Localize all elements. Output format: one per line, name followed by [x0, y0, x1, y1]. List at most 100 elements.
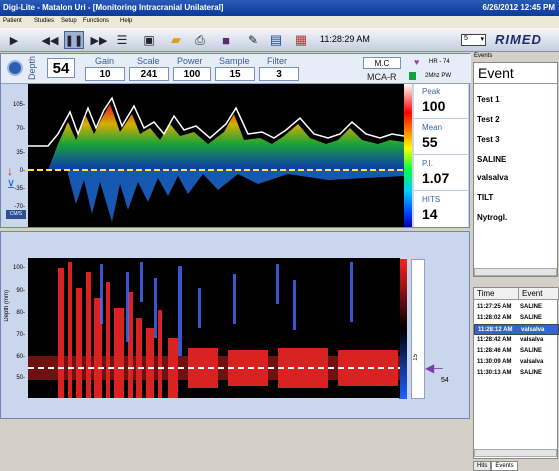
title-bar: Digi-Lite - Matalon Uri - [Monitoring In…: [0, 0, 559, 16]
folder-icon: ▰: [171, 32, 181, 47]
event-item-tilt[interactable]: TILT: [477, 193, 493, 202]
log-row[interactable]: 11:28:46 AM SALINE: [474, 346, 559, 357]
channel-select[interactable]: 5 ▾: [461, 34, 486, 46]
mmode-red-signals: [28, 262, 400, 398]
tab-events[interactable]: Events: [491, 461, 518, 471]
spectrum-icon: ■: [222, 32, 230, 48]
depth-marker-arrow-icon[interactable]: ◀─: [425, 361, 443, 375]
log-row[interactable]: 11:27:25 AM SALINE: [474, 302, 559, 313]
sample-value[interactable]: 15: [215, 67, 255, 81]
log-row[interactable]: 11:28:02 AM SALINE: [474, 313, 559, 324]
mean-stat: Mean 55: [414, 120, 468, 155]
pause-icon: ❚❚: [64, 34, 84, 47]
log-time: 11:30:09 AM: [477, 359, 512, 365]
log-row[interactable]: 11:30:13 AM SALINE: [474, 368, 559, 379]
open-folder-button[interactable]: ▰: [166, 31, 186, 49]
log-event: valsalva: [520, 359, 544, 365]
toolbar-clock: 11:28:29 AM: [320, 34, 370, 44]
y-tick-105: 105-: [12, 102, 25, 108]
reverse-flow: [68, 170, 404, 222]
heart-icon: ♥: [414, 57, 420, 67]
hits-value: 14: [422, 206, 438, 222]
log-event: valsalva: [520, 337, 544, 343]
scale-label: Scale: [137, 56, 160, 66]
depth-gate-bar[interactable]: 15: [411, 259, 425, 399]
color-palette-button[interactable]: ▦: [291, 31, 311, 49]
depth-tick-70: 70-: [16, 332, 25, 338]
patient-card-button[interactable]: ▣: [139, 31, 159, 49]
log-time: 11:28:46 AM: [477, 348, 512, 354]
heart-rate: HR - 74: [429, 59, 450, 65]
fast-forward-icon: ▶▶: [90, 34, 108, 47]
depth-tick-50: 50-: [16, 375, 25, 381]
menu-setup[interactable]: Setup: [61, 18, 77, 24]
arrow-down-icon: ↓: [7, 164, 13, 178]
log-row[interactable]: 11:30:09 AM valsalva: [474, 357, 559, 368]
event-item-saline[interactable]: SALINE: [477, 155, 506, 164]
doppler-spectrum-top[interactable]: [28, 84, 404, 227]
sidebar-tabs: Hits Events: [473, 461, 518, 471]
events-sidebar: Events Event Test 1 Test 2 Test 3 SALINE…: [472, 53, 559, 471]
pi-label: P.I.: [422, 159, 433, 168]
baseline-icon[interactable]: ⊻: [7, 178, 15, 191]
rewind-button[interactable]: ◀◀: [40, 31, 60, 49]
mean-label: Mean: [422, 123, 443, 132]
log-time: 11:28:02 AM: [477, 315, 512, 321]
event-list: Event Test 1 Test 2 Test 3 SALINE valsal…: [473, 62, 558, 277]
event-item-test2[interactable]: Test 2: [477, 115, 500, 124]
velocity-color-scale: [404, 84, 412, 227]
peak-stat: Peak 100: [414, 84, 468, 119]
gain-value[interactable]: 10: [85, 67, 125, 81]
scale-value[interactable]: 241: [129, 67, 169, 81]
y-tick-35: 35-: [16, 150, 25, 156]
log-event: SALINE: [520, 370, 543, 376]
event-item-valsalva[interactable]: valsalva: [477, 173, 508, 182]
event-list-scrollbar[interactable]: [474, 268, 557, 276]
pi-value: 1.07: [422, 170, 450, 186]
event-item-nytrogl[interactable]: Nytrogl.: [477, 213, 507, 222]
play-button[interactable]: ▶: [4, 31, 24, 49]
log-header-time[interactable]: Time: [474, 288, 519, 300]
print-button[interactable]: ⎙: [190, 31, 210, 49]
event-item-test1[interactable]: Test 1: [477, 95, 500, 104]
play-icon: ▶: [9, 34, 19, 47]
hits-label: HITS: [422, 195, 441, 204]
mmode-display[interactable]: [28, 258, 400, 398]
display-mode-button[interactable]: ▤: [266, 31, 286, 49]
filter-value[interactable]: 3: [259, 67, 299, 81]
measurement-panel: Peak 100 Mean 55 P.I. 1.07 HITS 14: [414, 84, 468, 227]
depth-axis-label: Depth (mm): [4, 290, 10, 322]
gate-size-value: 15: [413, 354, 419, 361]
depth-value[interactable]: 54: [47, 58, 75, 78]
vessel-label: MCA-R: [367, 72, 397, 82]
depth-tick-60: 60-: [16, 354, 25, 360]
probe-icon[interactable]: [7, 60, 23, 76]
spectrum-view-button[interactable]: ■: [216, 31, 236, 49]
report-icon: ☰: [116, 33, 128, 47]
power-label: Power: [177, 56, 203, 66]
log-row-selected[interactable]: 11:28:12 AM valsalva: [474, 324, 559, 335]
mc-button[interactable]: M.C: [363, 57, 401, 69]
palette-icon: ▦: [294, 32, 308, 47]
event-item-test3[interactable]: Test 3: [477, 135, 500, 144]
log-scrollbar[interactable]: [474, 449, 557, 457]
pause-button[interactable]: ❚❚: [64, 31, 84, 49]
peak-value: 100: [422, 98, 446, 114]
pi-stat: P.I. 1.07: [414, 156, 468, 191]
log-row[interactable]: 11:28:42 AM valsalva: [474, 335, 559, 346]
power-value[interactable]: 100: [173, 67, 211, 81]
log-header-event[interactable]: Event: [519, 288, 559, 300]
menu-studies[interactable]: Studies: [34, 18, 54, 24]
report-button[interactable]: ☰: [112, 31, 132, 49]
menu-functions[interactable]: Functions: [83, 18, 109, 24]
event-list-title: Event: [474, 63, 557, 84]
depth-tick-80: 80-: [16, 310, 25, 316]
fast-forward-button[interactable]: ▶▶: [89, 31, 109, 49]
tab-hits[interactable]: Hits: [473, 461, 492, 471]
menu-patient[interactable]: Patient: [3, 18, 22, 24]
menu-help[interactable]: Help: [120, 18, 132, 24]
log-event: SALINE: [520, 304, 543, 310]
notes-button[interactable]: ✎: [243, 31, 263, 49]
rewind-icon: ◀◀: [41, 34, 59, 47]
chevron-down-icon: ▾: [480, 36, 484, 43]
